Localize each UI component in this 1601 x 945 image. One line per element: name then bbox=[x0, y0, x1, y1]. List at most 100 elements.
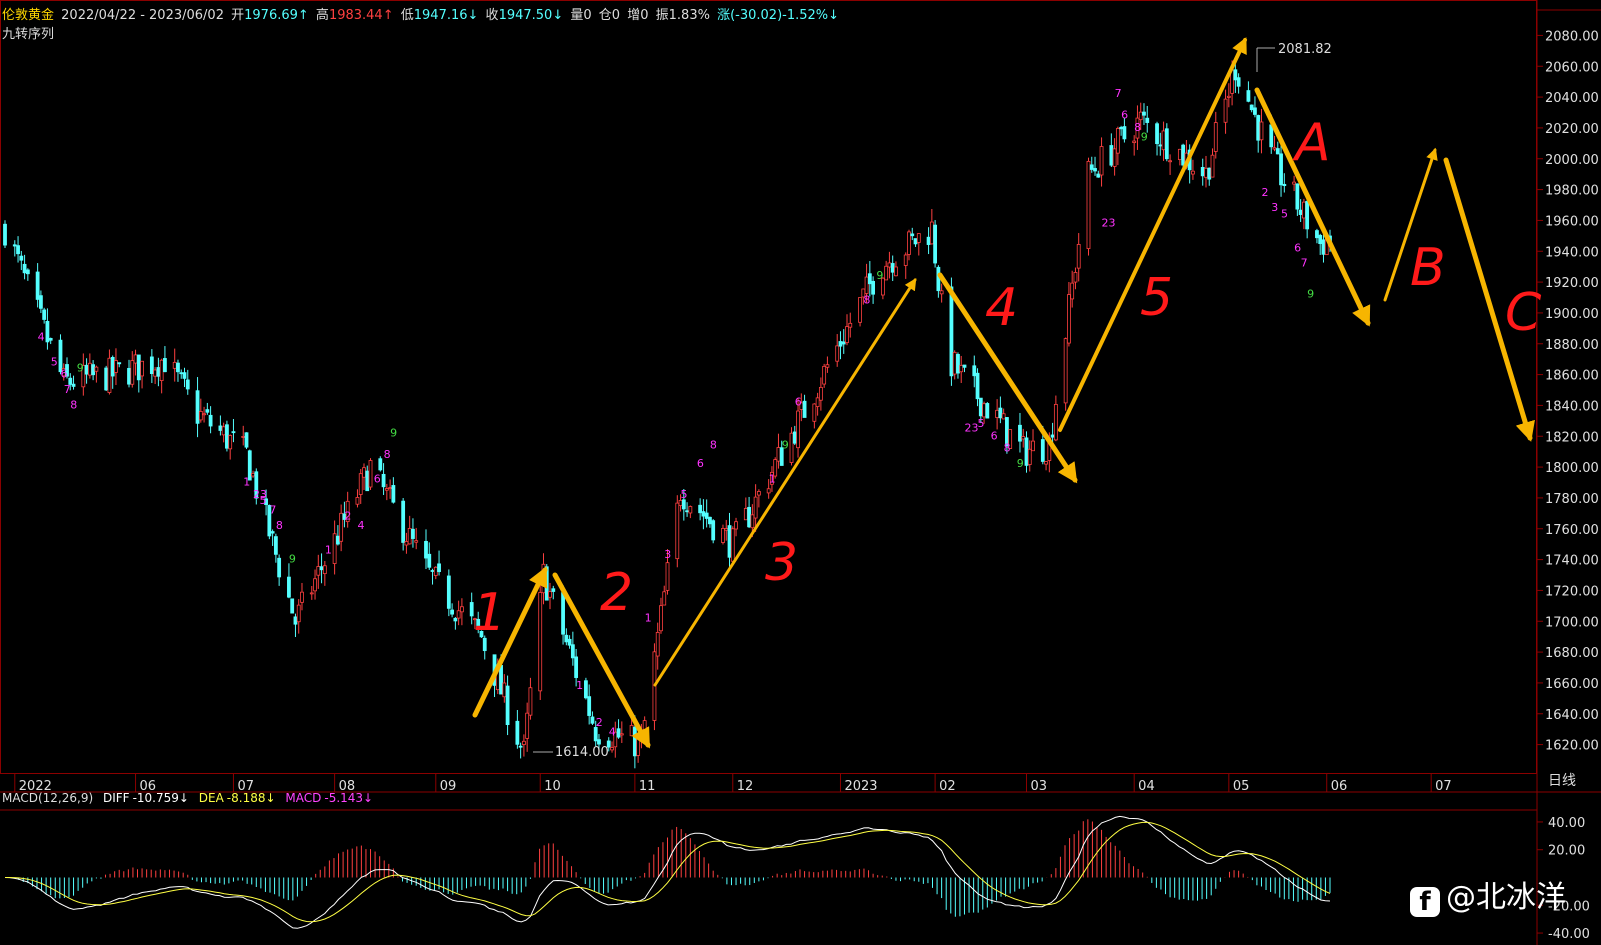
candle-up bbox=[835, 345, 840, 362]
candle-up bbox=[404, 541, 409, 546]
candle-up bbox=[916, 233, 921, 243]
candle-up bbox=[665, 562, 670, 591]
macd-y-tick-label: -40.00 bbox=[1548, 927, 1590, 942]
candle-up bbox=[296, 604, 301, 623]
candle-down bbox=[117, 362, 122, 365]
candles bbox=[3, 60, 1332, 769]
candle-down bbox=[711, 520, 716, 541]
candle-down bbox=[378, 458, 383, 471]
candle-up bbox=[1272, 147, 1277, 150]
candle-down bbox=[427, 553, 432, 568]
td-sequence-digit: 5 bbox=[260, 494, 267, 507]
td-sequence-digit: 5 bbox=[681, 488, 688, 501]
candle-down bbox=[287, 576, 291, 598]
td-sequence-digit: 9 bbox=[1141, 130, 1148, 143]
candle-down bbox=[12, 244, 17, 247]
candle-down bbox=[176, 362, 180, 373]
candle-down bbox=[698, 504, 703, 514]
candle-down bbox=[182, 372, 187, 379]
candle-down bbox=[587, 696, 592, 716]
td-sequence-digit: 6 bbox=[795, 395, 802, 408]
candle-up bbox=[300, 591, 304, 603]
candle-down bbox=[802, 400, 807, 418]
period-label[interactable]: 日线 bbox=[1548, 770, 1576, 790]
candle-down bbox=[1155, 123, 1159, 145]
candle-up bbox=[332, 533, 337, 564]
candle-down bbox=[411, 528, 415, 539]
candle-up bbox=[1021, 436, 1026, 440]
candle-up bbox=[384, 488, 389, 491]
candle-up bbox=[221, 426, 226, 436]
candle-up bbox=[659, 605, 663, 632]
td-sequence-digit: 4 bbox=[38, 331, 45, 344]
candle-down bbox=[3, 223, 7, 246]
candle-down bbox=[1145, 117, 1150, 123]
candle-up bbox=[1067, 294, 1071, 344]
candle-down bbox=[913, 238, 918, 245]
candle-down bbox=[450, 609, 455, 615]
candle-down bbox=[1282, 183, 1287, 187]
y-tick-label: 2020.00 bbox=[1545, 122, 1599, 137]
candle-up bbox=[538, 592, 543, 692]
y-tick-label: 1980.00 bbox=[1545, 184, 1599, 199]
candle-down bbox=[293, 616, 298, 625]
candle-down bbox=[978, 397, 983, 417]
candle-down bbox=[381, 473, 386, 488]
candle-down bbox=[1269, 124, 1274, 148]
candle-up bbox=[1138, 111, 1143, 121]
macd-value: -5.143↓ bbox=[324, 791, 374, 805]
td-sequence-digit: 7 bbox=[269, 503, 276, 516]
y-tick-label: 1800.00 bbox=[1545, 461, 1599, 476]
wave-label: 4 bbox=[985, 278, 1018, 338]
x-tick-label: 07 bbox=[1435, 779, 1452, 794]
candle-down bbox=[890, 263, 895, 273]
wave-label: 3 bbox=[765, 533, 798, 593]
candle-down bbox=[1207, 167, 1212, 180]
candle-up bbox=[528, 687, 533, 716]
candle-down bbox=[1181, 144, 1186, 166]
candle-down bbox=[561, 592, 565, 635]
candle-up bbox=[678, 500, 683, 506]
candle-up bbox=[251, 472, 255, 477]
y-tick-label: 1900.00 bbox=[1545, 307, 1599, 322]
candle-up bbox=[1027, 448, 1032, 465]
candle-up bbox=[1099, 146, 1104, 176]
candle-down bbox=[16, 245, 20, 255]
candle-down bbox=[567, 638, 572, 646]
candle-up bbox=[1223, 98, 1228, 123]
candle-up bbox=[982, 403, 986, 418]
td-sequence-digit: 4 bbox=[357, 519, 364, 532]
candle-down bbox=[1246, 90, 1251, 102]
candle-down bbox=[104, 367, 109, 391]
candle-down bbox=[949, 286, 954, 377]
td-sequence-digit: 2 bbox=[596, 716, 603, 729]
candle-up bbox=[1292, 181, 1297, 185]
candle-up bbox=[388, 487, 392, 490]
candle-down bbox=[570, 644, 575, 659]
macd-title: MACD(12,26,9) bbox=[2, 791, 94, 805]
td-sequence-digit: 5 bbox=[978, 417, 985, 430]
td-sequence-digit: 8 bbox=[710, 439, 717, 452]
candle-down bbox=[437, 563, 441, 573]
candle-down bbox=[25, 269, 30, 275]
candle-down bbox=[704, 512, 709, 519]
candle-up bbox=[776, 447, 781, 462]
candle-up bbox=[502, 682, 507, 698]
td-sequence-digit: 6 bbox=[697, 457, 704, 470]
y-tick-label: 1720.00 bbox=[1545, 584, 1599, 599]
candle-up bbox=[94, 366, 99, 372]
candle-down bbox=[972, 365, 977, 377]
candle-up bbox=[721, 528, 725, 543]
candle-down bbox=[136, 354, 141, 381]
candle-down bbox=[430, 570, 435, 572]
candle-up bbox=[133, 354, 138, 364]
td-sequence-digit: 6 bbox=[991, 429, 998, 442]
y-tick-label: 1620.00 bbox=[1545, 739, 1599, 754]
candle-down bbox=[1279, 153, 1283, 186]
candle-down bbox=[185, 379, 190, 390]
candle-up bbox=[1070, 282, 1075, 300]
candle-down bbox=[681, 499, 686, 510]
candle-up bbox=[818, 386, 823, 401]
candle-up bbox=[1191, 170, 1195, 175]
candle-up bbox=[887, 262, 892, 268]
